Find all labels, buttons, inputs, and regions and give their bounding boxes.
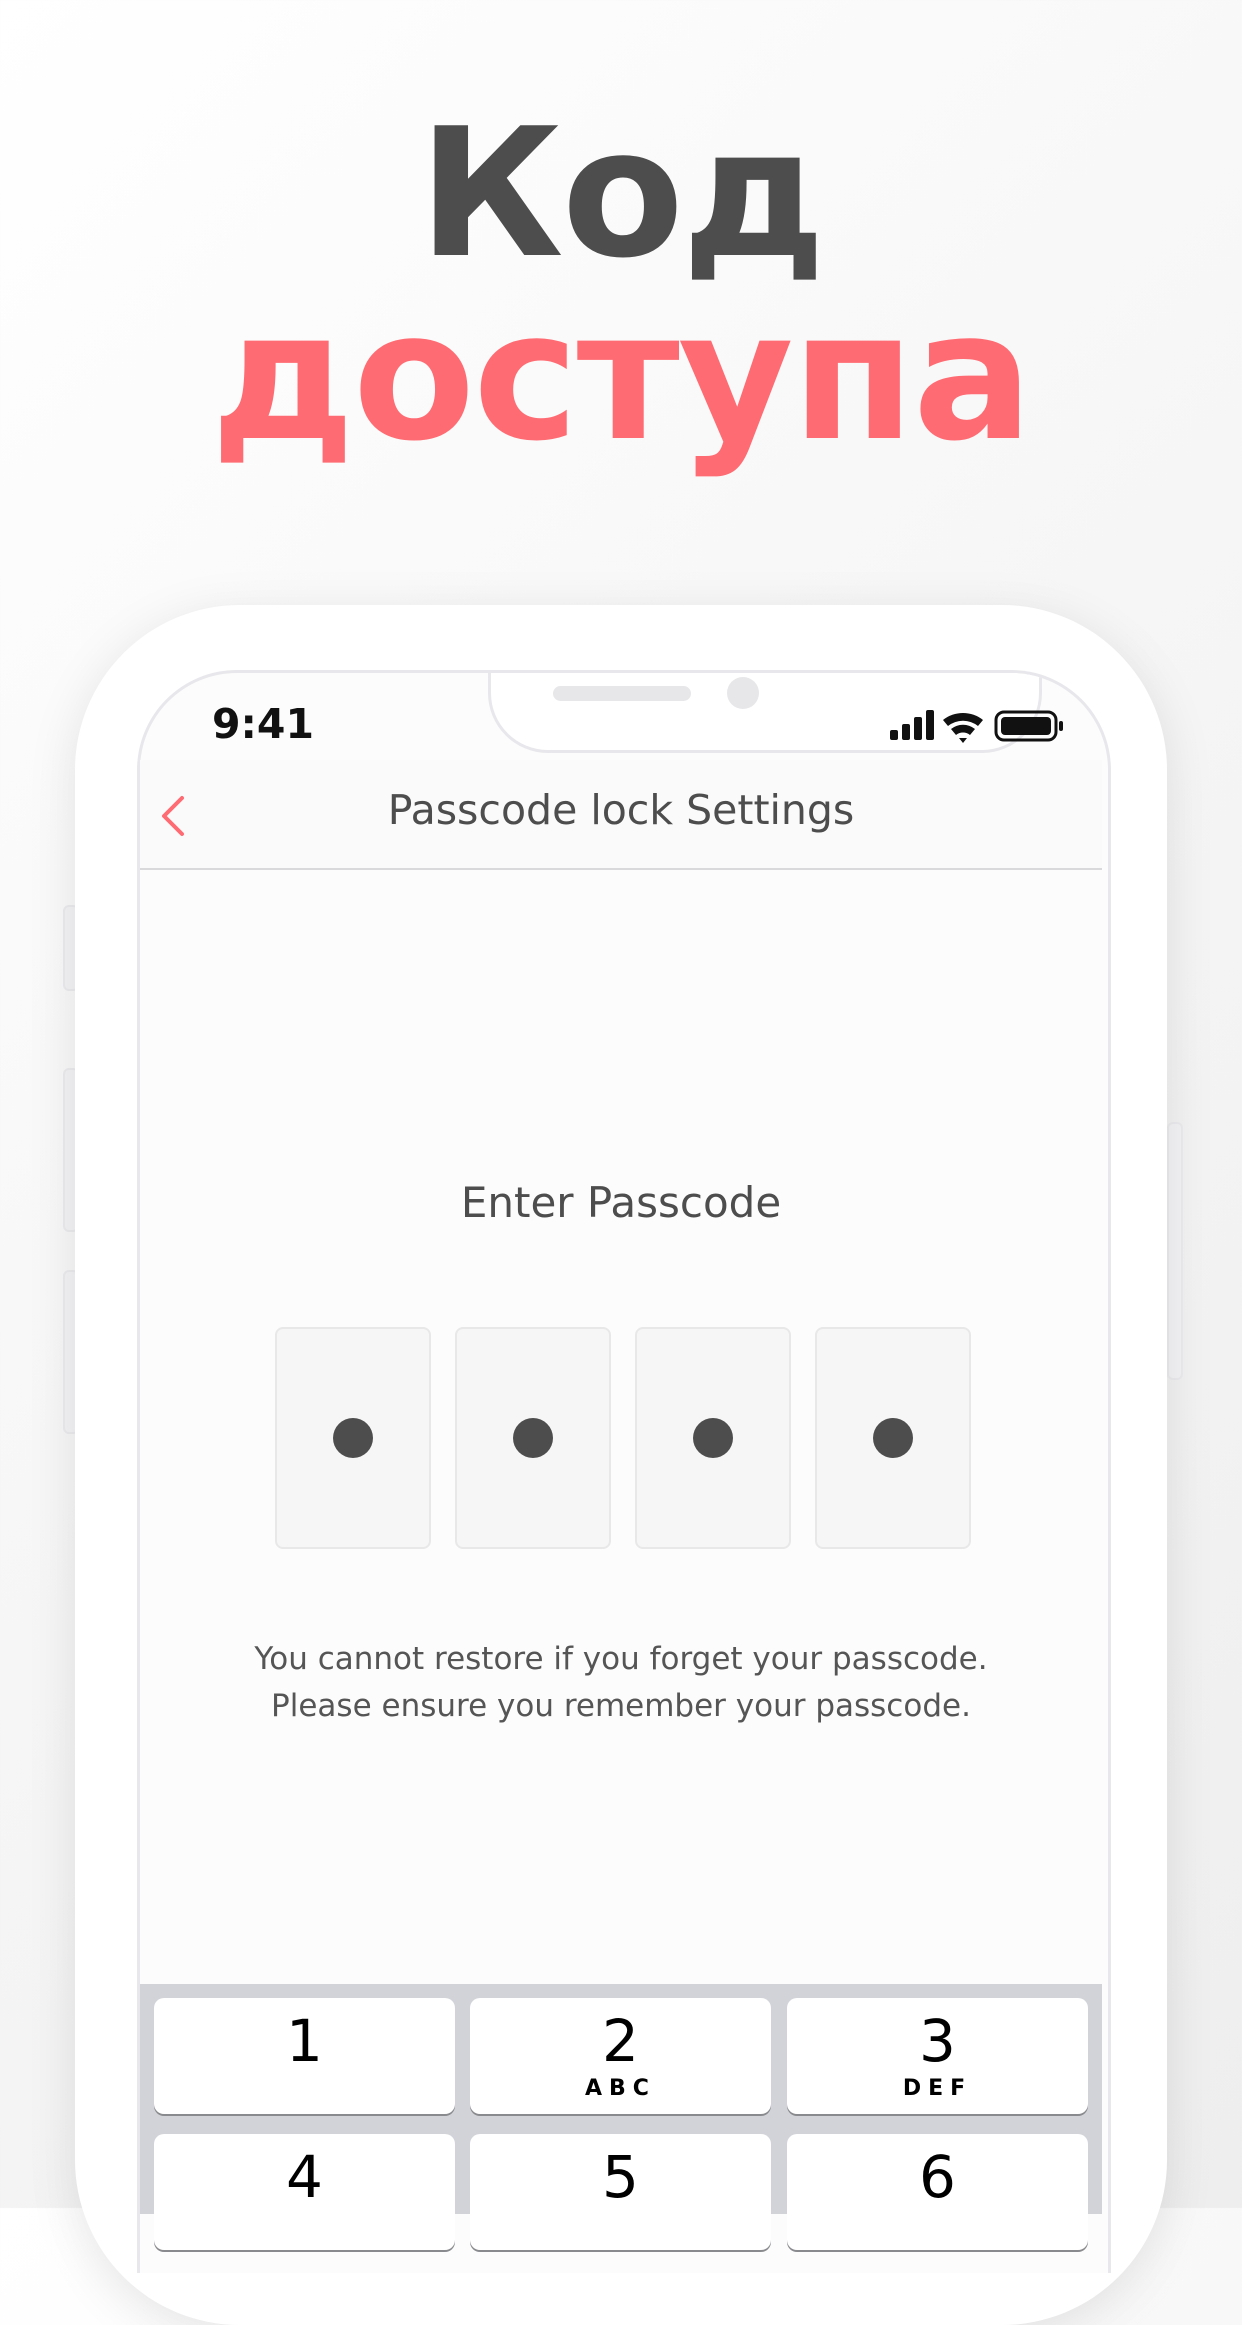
key-6[interactable]: 6 [787,2134,1088,2250]
passcode-dot [333,1418,373,1458]
passcode-digit-box [815,1327,971,1549]
passcode-dot [693,1418,733,1458]
navigation-bar: Passcode lock Settings [140,760,1102,870]
status-bar-time: 9:41 [212,700,314,748]
nav-title: Passcode lock Settings [387,786,855,834]
key-letters: ABC [585,2076,656,2101]
key-3[interactable]: 3 DEF [787,1998,1088,2114]
promo-headline-line2: доступа [211,273,1033,480]
status-bar-icons [890,706,1070,746]
passcode-warning: You cannot restore if you forget your pa… [140,1636,1102,1730]
passcode-prompt: Enter Passcode [460,1178,782,1227]
battery-icon [994,710,1063,742]
phone-camera [727,677,759,709]
key-number: 2 [602,2007,639,2075]
key-4[interactable]: 4 [154,2134,455,2250]
key-5[interactable]: 5 [470,2134,771,2250]
wifi-icon [943,712,983,743]
key-number: 6 [919,2143,956,2211]
passcode-digit-box [635,1327,791,1549]
key-2[interactable]: 2 ABC [470,1998,771,2114]
passcode-dot [513,1418,553,1458]
phone-side-button [1167,1122,1183,1380]
passcode-digit-box [455,1327,611,1549]
warning-line2: Please ensure you remember your passcode… [271,1688,971,1724]
passcode-digit-box [275,1327,431,1549]
key-number: 1 [286,2007,323,2075]
warning-line1: You cannot restore if you forget your pa… [254,1641,988,1677]
cellular-signal-icon [890,710,934,740]
key-number: 3 [919,2007,956,2075]
key-letters: DEF [902,2076,973,2101]
passcode-dot [873,1418,913,1458]
passcode-input[interactable] [275,1327,971,1549]
promo-headline-line1: Код [418,90,826,297]
key-number: 4 [286,2143,323,2211]
key-1[interactable]: 1 [154,1998,455,2114]
numeric-keypad: 1 2 ABC 3 DEF 4 5 6 [140,1984,1102,2250]
key-number: 5 [602,2143,639,2211]
phone-speaker [553,686,691,701]
